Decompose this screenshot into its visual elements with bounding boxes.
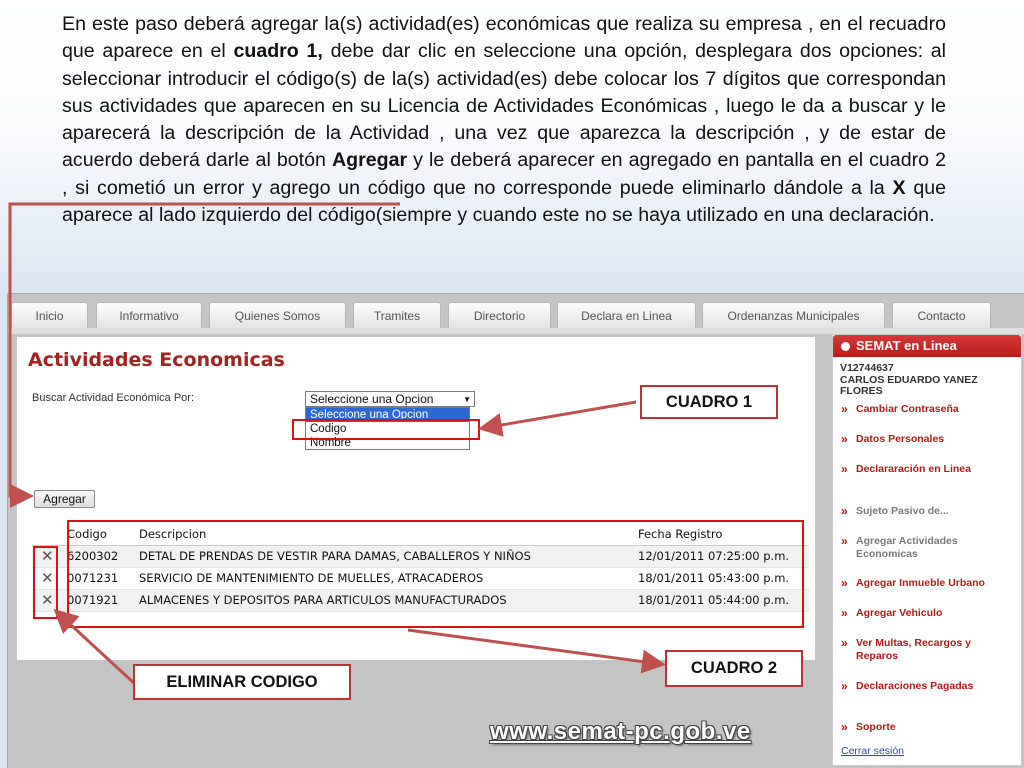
nav-tab-inicio[interactable]: Inicio (11, 302, 88, 328)
header-delete (32, 523, 63, 546)
sidebar-item-agregar-inmueble[interactable]: » Agregar Inmueble Urbano (841, 577, 1017, 591)
chevron-right-icon: » (841, 636, 848, 650)
chevron-right-icon: » (841, 402, 848, 416)
chevron-right-icon: » (841, 462, 848, 476)
website-url[interactable]: www.semat-pc.gob.ve (490, 718, 751, 746)
nav-tab-declara-en-linea[interactable]: Declara en Linea (557, 302, 696, 328)
sidebar-header: SEMAT en Linea (833, 335, 1021, 357)
callout-eliminar-codigo: ELIMINAR CODIGO (133, 664, 351, 700)
nav-tab-ordenanzas[interactable]: Ordenanzas Municipales (702, 302, 885, 328)
nav-tab-quienes-somos[interactable]: Quienes Somos (209, 302, 346, 328)
user-info: V12744637 CARLOS EDUARDO YANEZ FLORES (833, 357, 1021, 398)
sidebar-item-declaracion-en-linea[interactable]: » Declararación en Linea (841, 463, 1017, 477)
highlight-cuadro-2 (67, 520, 804, 628)
sidebar-item-agregar-vehiculo[interactable]: » Agregar Vehiculo (841, 607, 1017, 621)
sidebar-item-declaraciones-pagadas[interactable]: » Declaraciones Pagadas (841, 680, 1017, 694)
main-nav: Inicio Informativo Quienes Somos Tramite… (8, 302, 1024, 330)
sidebar-item-soporte[interactable]: » Soporte (841, 721, 1017, 735)
sidebar-item-cambiar-contrasena[interactable]: » Cambiar Contraseña (841, 403, 1017, 417)
bullet-icon (841, 342, 850, 351)
select-value: Seleccione una Opcion (310, 392, 434, 406)
sidebar-item-sujeto-pasivo[interactable]: » Sujeto Pasivo de... (841, 505, 1017, 519)
add-button[interactable]: Agregar (34, 490, 95, 508)
highlight-codigo-option (292, 419, 480, 440)
chevron-right-icon: » (841, 720, 848, 734)
highlight-delete-icons (33, 546, 58, 619)
page-title: Actividades Economicas (28, 349, 285, 371)
chevron-right-icon: » (841, 534, 848, 548)
nav-tab-informativo[interactable]: Informativo (96, 302, 202, 328)
search-label: Buscar Actividad Económica Por: (32, 392, 195, 404)
sidebar-item-ver-multas[interactable]: » Ver Multas, Recargos y Reparos (841, 637, 1017, 663)
chevron-right-icon: » (841, 504, 848, 518)
user-id: V12744637 (840, 362, 894, 374)
chevron-right-icon: » (841, 432, 848, 446)
callout-cuadro-1: CUADRO 1 (640, 385, 778, 419)
nav-tab-contacto[interactable]: Contacto (892, 302, 991, 328)
dropdown-arrow-icon: ▼ (463, 395, 471, 404)
chevron-right-icon: » (841, 576, 848, 590)
user-name-line2: FLORES (840, 385, 883, 397)
logout-link[interactable]: Cerrar sesión (841, 745, 904, 757)
sidebar-title: SEMAT en Linea (856, 338, 957, 353)
search-type-select[interactable]: Seleccione una Opcion ▼ (305, 391, 475, 407)
sidebar-item-datos-personales[interactable]: » Datos Personales (841, 433, 1017, 447)
instruction-paragraph: En este paso deberá agregar la(s) activi… (62, 13, 947, 227)
callout-cuadro-2: CUADRO 2 (665, 650, 803, 687)
chevron-right-icon: » (841, 606, 848, 620)
nav-tab-tramites[interactable]: Tramites (353, 302, 441, 328)
chevron-right-icon: » (841, 679, 848, 693)
sidebar-item-agregar-actividades[interactable]: » Agregar Actividades Economicas (841, 535, 1017, 561)
semat-sidebar: SEMAT en Linea V12744637 CARLOS EDUARDO … (832, 334, 1022, 766)
nav-tab-directorio[interactable]: Directorio (448, 302, 551, 328)
